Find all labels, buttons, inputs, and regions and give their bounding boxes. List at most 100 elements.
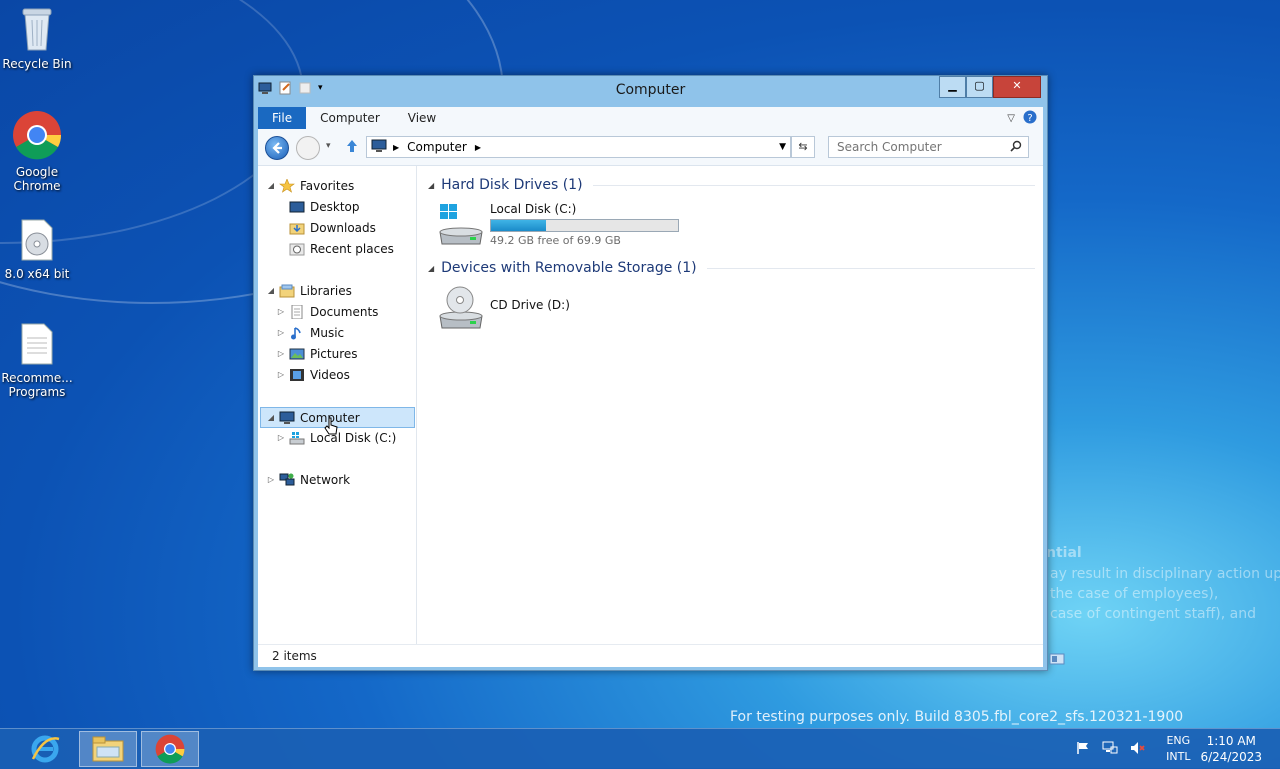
desktop-icon-disc-image[interactable]: 8.0 x64 bit: [0, 218, 74, 281]
close-button[interactable]: ✕: [993, 76, 1041, 98]
title-bar[interactable]: ▾ Computer ▁ ▢ ✕: [254, 76, 1047, 104]
expand-arrow-icon[interactable]: ◢: [266, 413, 276, 422]
breadcrumb-computer[interactable]: Computer: [407, 140, 467, 154]
nav-label: Pictures: [310, 346, 358, 361]
nav-label: Local Disk (C:): [310, 430, 397, 445]
search-icon[interactable]: [1010, 140, 1022, 155]
explorer-window[interactable]: ▾ Computer ▁ ▢ ✕ File Computer View ▽ ? …: [253, 75, 1065, 671]
collapse-arrow-icon[interactable]: ◢: [428, 181, 434, 190]
hard-drive-icon: [436, 202, 486, 249]
collapsed-arrow-icon[interactable]: ▷: [276, 328, 286, 337]
input-language-indicator[interactable]: ENG INTL: [1166, 733, 1190, 765]
nav-label: Desktop: [310, 199, 360, 214]
taskbar: ENG INTL 1:10 AM 6/24/2023: [0, 728, 1280, 769]
minimize-button[interactable]: ▁: [939, 76, 966, 98]
nav-label: Favorites: [300, 178, 355, 193]
help-icon[interactable]: ?: [1023, 110, 1037, 127]
nav-label: Downloads: [310, 220, 376, 235]
group-header-hard-disk-drives[interactable]: ◢ Hard Disk Drives (1): [428, 175, 1035, 195]
desktop-icon-chrome[interactable]: Google Chrome: [0, 110, 74, 193]
file-explorer-icon: [92, 736, 124, 762]
desktop-icon-recycle-bin[interactable]: Recycle Bin: [0, 6, 74, 71]
expand-arrow-icon[interactable]: ◢: [266, 286, 276, 295]
nav-music[interactable]: ▷ Music: [276, 323, 344, 342]
nav-downloads[interactable]: Downloads: [276, 218, 376, 237]
desktop-icon-recommended[interactable]: Recomme... Programs: [0, 322, 74, 399]
disc-file-icon: [0, 218, 74, 265]
group-title: Devices with Removable Storage (1): [441, 260, 697, 276]
documents-icon: [289, 304, 305, 319]
refresh-button[interactable]: ⇆: [791, 136, 815, 158]
expand-ribbon-icon[interactable]: ▽: [1007, 113, 1015, 124]
arrow-up-icon: [347, 140, 357, 152]
drive-free-space: 49.2 GB free of 69.9 GB: [490, 234, 621, 247]
system-tray: ENG INTL 1:10 AM 6/24/2023: [1070, 729, 1280, 769]
desktop-icon-label: 8.0 x64 bit: [4, 267, 70, 281]
nav-pictures[interactable]: ▷ Pictures: [276, 344, 358, 363]
forward-button[interactable]: [296, 136, 320, 160]
nav-label: Videos: [310, 367, 350, 382]
clock-date: 6/24/2023: [1200, 750, 1262, 764]
collapsed-arrow-icon[interactable]: ▷: [276, 349, 286, 358]
clock[interactable]: 1:10 AM 6/24/2023: [1200, 733, 1262, 765]
navigation-pane[interactable]: ◢ Favorites Desktop Downloads Recent pla…: [258, 166, 417, 644]
nav-favorites[interactable]: ◢ Favorites: [266, 176, 354, 195]
chrome-icon: [155, 734, 185, 764]
drive-item-local-disk-c[interactable]: Local Disk (C:) 49.2 GB free of 69.9 GB: [436, 202, 679, 249]
desktop-icon-label: Google Chrome: [13, 165, 61, 193]
taskbar-chrome[interactable]: [141, 731, 199, 767]
nav-label: Music: [310, 325, 345, 340]
group-header-removable-storage[interactable]: ◢ Devices with Removable Storage (1): [428, 258, 1035, 278]
search-box[interactable]: [828, 136, 1029, 158]
collapsed-arrow-icon[interactable]: ▷: [276, 307, 286, 316]
nav-network[interactable]: ▷ Network: [266, 470, 350, 489]
build-watermark: For testing purposes only. Build 8305.fb…: [730, 709, 1184, 725]
tiles-view-icon[interactable]: [1049, 653, 1065, 668]
collapsed-arrow-icon[interactable]: ▷: [276, 433, 286, 442]
file-list-pane[interactable]: ◢ Hard Disk Drives (1) Local Disk (C:) 4…: [418, 166, 1043, 644]
nav-libraries[interactable]: ◢ Libraries: [266, 281, 352, 300]
speaker-muted-icon[interactable]: [1130, 741, 1146, 758]
address-field[interactable]: ▶ Computer ▶ ▼: [366, 136, 791, 158]
window-title: Computer: [615, 82, 686, 98]
tab-view[interactable]: View: [394, 107, 450, 129]
drive-item-cd-drive-d[interactable]: CD Drive (D:): [436, 286, 570, 335]
desktop-icon-label: Recycle Bin: [2, 57, 72, 71]
expand-arrow-icon[interactable]: ◢: [266, 181, 276, 190]
downloads-folder-icon: [289, 221, 305, 235]
keyboard-layout: INTL: [1166, 750, 1191, 763]
nav-label: Network: [300, 472, 351, 487]
language-code: ENG: [1166, 734, 1191, 747]
item-count: 2 items: [272, 649, 317, 663]
breadcrumb-separator[interactable]: ▶: [393, 143, 399, 152]
address-dropdown[interactable]: ▼: [779, 142, 786, 152]
breadcrumb-separator[interactable]: ▶: [475, 143, 481, 152]
taskbar-internet-explorer[interactable]: [16, 731, 74, 767]
computer-icon: [371, 139, 387, 156]
network-icon[interactable]: [1102, 741, 1118, 758]
taskbar-file-explorer[interactable]: [79, 731, 137, 767]
disk-usage-fill: [491, 220, 547, 231]
drive-icon: [289, 431, 305, 445]
nav-recent-places[interactable]: Recent places: [276, 239, 394, 258]
action-center-flag-icon[interactable]: [1076, 741, 1090, 758]
drive-name: Local Disk (C:): [490, 202, 577, 216]
maximize-button[interactable]: ▢: [966, 76, 993, 98]
up-button[interactable]: [344, 138, 360, 157]
computer-icon: [279, 411, 295, 425]
recent-locations-dropdown[interactable]: ▾: [326, 141, 331, 151]
collapse-arrow-icon[interactable]: ◢: [428, 264, 434, 273]
recycle-bin-icon: [0, 6, 74, 55]
tab-file[interactable]: File: [258, 107, 307, 129]
drive-name: CD Drive (D:): [490, 298, 570, 312]
document-icon: [0, 322, 74, 369]
nav-videos[interactable]: ▷ Videos: [276, 365, 350, 384]
search-input[interactable]: [835, 137, 1009, 157]
mouse-cursor-icon: [324, 417, 340, 440]
tab-computer[interactable]: Computer: [306, 107, 394, 129]
nav-desktop[interactable]: Desktop: [276, 197, 360, 216]
nav-documents[interactable]: ▷ Documents: [276, 302, 378, 321]
back-button[interactable]: [265, 136, 289, 160]
collapsed-arrow-icon[interactable]: ▷: [266, 475, 276, 484]
collapsed-arrow-icon[interactable]: ▷: [276, 370, 286, 379]
